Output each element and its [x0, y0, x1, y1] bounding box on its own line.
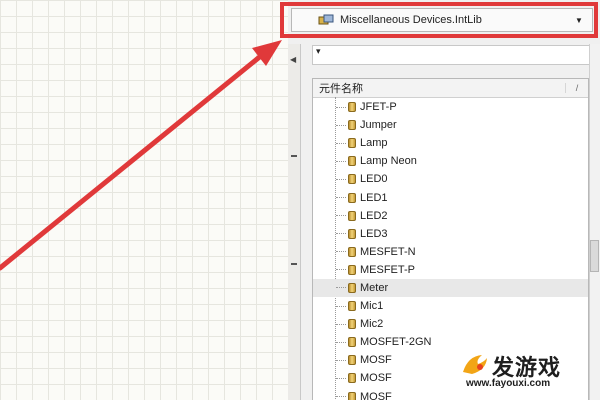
- panel-left-rail: [288, 44, 301, 400]
- component-icon: [348, 355, 356, 366]
- tree-branch: [336, 396, 346, 398]
- list-item[interactable]: Lamp Neon: [313, 152, 588, 170]
- tree-branch: [336, 160, 346, 162]
- tree-branch: [336, 124, 346, 126]
- component-icon: [348, 102, 356, 113]
- component-name: LED2: [360, 209, 388, 222]
- list-item[interactable]: MOSFET-2GN: [313, 333, 588, 351]
- scrollbar-thumb[interactable]: [590, 240, 599, 272]
- component-icon: [348, 301, 356, 312]
- vertical-scrollbar[interactable]: [589, 44, 600, 400]
- component-icon: [348, 282, 356, 293]
- rail-marker: [291, 263, 297, 265]
- component-icon: [348, 174, 356, 185]
- collapse-arrow-icon[interactable]: ◀: [290, 56, 296, 64]
- component-name: MOSFET-2GN: [360, 336, 432, 349]
- list-item[interactable]: LED0: [313, 170, 588, 188]
- watermark-url: www.fayouxi.com: [466, 378, 551, 389]
- component-name: Lamp: [360, 137, 388, 150]
- sort-icon[interactable]: /: [565, 83, 588, 93]
- watermark: 发游戏 www.fayouxi.com: [458, 350, 598, 396]
- component-name: JFET-P: [360, 101, 397, 114]
- list-header[interactable]: 元件名称 /: [313, 79, 588, 98]
- tree-branch: [336, 359, 346, 361]
- component-icon: [348, 138, 356, 149]
- tree-branch: [336, 377, 346, 379]
- component-icon: [348, 319, 356, 330]
- list-item[interactable]: Mic1: [313, 297, 588, 315]
- component-icon: [348, 210, 356, 221]
- component-icon: [348, 120, 356, 131]
- list-item[interactable]: LED3: [313, 225, 588, 243]
- component-icon: [348, 228, 356, 239]
- component-name: LED0: [360, 173, 388, 186]
- tree-branch: [336, 142, 346, 144]
- component-icon: [348, 391, 356, 400]
- tree-branch: [336, 178, 346, 180]
- list-item[interactable]: Meter: [313, 278, 588, 298]
- list-item[interactable]: MESFET-N: [313, 243, 588, 261]
- component-icon: [348, 246, 356, 257]
- tree-branch: [336, 233, 346, 235]
- list-item[interactable]: JFET-P: [313, 98, 588, 116]
- component-name: MESFET-P: [360, 263, 416, 276]
- list-item[interactable]: LED2: [313, 207, 588, 225]
- tree-branch: [336, 251, 346, 253]
- component-name: MOSF: [360, 354, 392, 367]
- column-header-component-name[interactable]: 元件名称: [313, 80, 565, 96]
- component-icon: [348, 156, 356, 167]
- component-icon: [348, 192, 356, 203]
- fa-logo-icon: [463, 355, 487, 374]
- component-name: MOSF: [360, 372, 392, 385]
- component-icon: [348, 264, 356, 275]
- list-item[interactable]: MESFET-P: [313, 261, 588, 279]
- schematic-canvas[interactable]: [0, 0, 288, 400]
- filter-input[interactable]: ▾: [312, 45, 594, 65]
- component-name: LED1: [360, 191, 388, 204]
- component-name: Jumper: [360, 119, 397, 132]
- rail-marker: [291, 155, 297, 157]
- tree-branch: [336, 287, 346, 289]
- component-icon: [348, 337, 356, 348]
- list-item[interactable]: Jumper: [313, 116, 588, 134]
- component-name: MOSF: [360, 390, 392, 400]
- list-item[interactable]: LED1: [313, 188, 588, 206]
- tree-branch: [336, 341, 346, 343]
- component-name: Mic2: [360, 318, 384, 331]
- component-name: MESFET-N: [360, 245, 416, 258]
- component-name: Mic1: [360, 300, 384, 313]
- tree-branch: [336, 323, 346, 325]
- component-name: Lamp Neon: [360, 155, 417, 168]
- highlight-box: [280, 2, 598, 38]
- component-name: Meter: [360, 281, 389, 294]
- component-name: LED3: [360, 227, 388, 240]
- tree-branch: [336, 215, 346, 217]
- tree-branch: [336, 305, 346, 307]
- tree-branch: [336, 269, 346, 271]
- tree-branch: [336, 197, 346, 199]
- list-item[interactable]: Lamp: [313, 134, 588, 152]
- filter-dropdown-icon[interactable]: ▾: [316, 46, 321, 57]
- tree-branch: [336, 106, 346, 108]
- component-icon: [348, 373, 356, 384]
- list-item[interactable]: Mic2: [313, 315, 588, 333]
